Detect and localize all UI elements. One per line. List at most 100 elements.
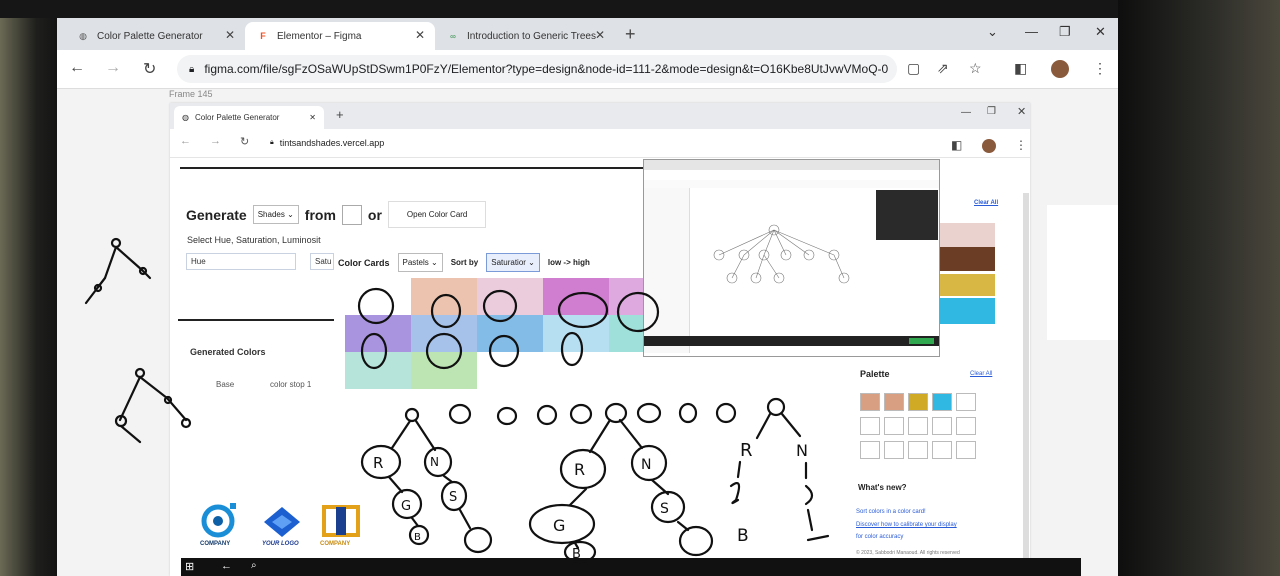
- share-icon[interactable]: ⇗: [937, 60, 949, 77]
- news-item[interactable]: Sort colors in a color card!: [856, 509, 926, 515]
- pastel-swatch[interactable]: [345, 278, 411, 315]
- tab-figma[interactable]: F Elementor – Figma ✕: [245, 22, 435, 50]
- palette-slot[interactable]: [908, 393, 928, 411]
- pastel-swatch[interactable]: [543, 315, 609, 352]
- inner-url: tintsandshades.vercel.app: [279, 138, 385, 148]
- sidebar-icon[interactable]: ◧: [1014, 60, 1027, 77]
- menu-icon[interactable]: ⋮: [1093, 60, 1107, 77]
- tab-search-icon[interactable]: ⌄: [987, 24, 998, 40]
- select-value: Pastels: [402, 258, 429, 267]
- palette-slot[interactable]: [884, 441, 904, 459]
- reload-icon[interactable]: ↻: [143, 59, 156, 79]
- pastels-select[interactable]: Pastels ⌄: [397, 253, 443, 272]
- palette-slot[interactable]: [860, 441, 880, 459]
- windows-start-icon[interactable]: ⊞: [185, 560, 194, 573]
- back-icon[interactable]: ←: [69, 59, 85, 77]
- browser-toolbar: ← → ↻ 🔒︎ figma.com/file/sgFzOSaWUpStDSwm…: [57, 50, 1118, 89]
- palette-slot[interactable]: [860, 393, 880, 411]
- palette-slot[interactable]: [932, 441, 952, 459]
- color-input[interactable]: [341, 204, 362, 225]
- new-tab-button[interactable]: +: [625, 24, 636, 45]
- pastel-swatch[interactable]: [411, 352, 477, 389]
- clear-all-link[interactable]: Clear All: [974, 200, 998, 206]
- screen-share-overlay: [643, 159, 940, 357]
- overlay-tabs: [644, 160, 939, 170]
- scrollbar[interactable]: [1023, 193, 1029, 558]
- palette-slot[interactable]: [956, 417, 976, 435]
- pastel-swatch[interactable]: [543, 278, 609, 315]
- close-icon[interactable]: ✕: [595, 28, 605, 42]
- star-icon[interactable]: ☆: [969, 60, 982, 77]
- inner-address: 🔒︎ tintsandshades.vercel.app: [270, 134, 650, 152]
- company-logo-3: COMPANY: [320, 503, 362, 547]
- pastel-swatch[interactable]: [411, 278, 477, 315]
- back-icon: ←: [180, 135, 191, 147]
- pastel-swatch[interactable]: [345, 315, 411, 352]
- figma-canvas[interactable]: Frame 145 ◍ Color Palette Generator ✕ + …: [57, 89, 1118, 576]
- pastel-swatch[interactable]: [477, 315, 543, 352]
- divider: [178, 319, 334, 321]
- company-logo-1: COMPANY: [200, 503, 240, 547]
- inner-tab-strip: ◍ Color Palette Generator ✕ +: [170, 103, 1030, 129]
- palette-slot[interactable]: [932, 417, 952, 435]
- select-value: Saturatior: [491, 258, 526, 267]
- overlay-banner: [644, 336, 939, 346]
- tab-generic-trees[interactable]: ∞ Introduction to Generic Trees ✕: [435, 22, 615, 50]
- pastel-swatch[interactable]: [477, 278, 543, 315]
- monitor: ◍ Color Palette Generator ✕ F Elementor …: [0, 0, 1280, 576]
- frame-label[interactable]: Frame 145: [169, 89, 213, 99]
- hue-field[interactable]: Hue: [186, 253, 296, 270]
- g-logo-icon: [264, 507, 300, 537]
- close-icon[interactable]: ✕: [415, 28, 425, 42]
- site-icon: ∞: [450, 31, 456, 41]
- generate-row: Generate Shades ⌄ from or Open Color Car…: [186, 201, 487, 228]
- palette-slot[interactable]: [956, 441, 976, 459]
- close-icon: ✕: [309, 113, 316, 122]
- from-label: from: [304, 206, 336, 223]
- saturation-field[interactable]: Satu: [310, 253, 334, 270]
- news-link[interactable]: Discover how to calibrate your display: [856, 522, 957, 528]
- back-icon[interactable]: ←: [221, 560, 232, 572]
- overlay-accept-button: [909, 338, 934, 344]
- tree-diagram-icon: [713, 224, 850, 284]
- order-label: low -> high: [547, 258, 590, 267]
- overlay-menu: [644, 180, 939, 188]
- logo-text: COMPANY: [320, 541, 351, 547]
- search-icon[interactable]: ⌕: [251, 560, 257, 571]
- palette-heading: Palette: [860, 369, 890, 379]
- tab-color-palette[interactable]: ◍ Color Palette Generator ✕: [65, 22, 245, 50]
- palette-slot[interactable]: [908, 441, 928, 459]
- shades-select[interactable]: Shades ⌄: [252, 205, 299, 224]
- pastel-swatch[interactable]: [411, 315, 477, 352]
- color-cards-label: Color Cards: [338, 257, 390, 268]
- inner-toolbar: ← → ↻ 🔒︎ tintsandshades.vercel.app: [170, 129, 1030, 158]
- clipboard-icon[interactable]: ▢: [907, 60, 920, 77]
- palette-slot[interactable]: [884, 393, 904, 411]
- restore-icon[interactable]: ❐: [1059, 24, 1071, 40]
- minimize-icon[interactable]: —: [1025, 24, 1038, 39]
- palette-slot[interactable]: [884, 417, 904, 435]
- open-color-card-button[interactable]: Open Color Card: [387, 201, 487, 228]
- lock-icon: 🔒︎: [270, 139, 274, 146]
- logo-text: COMPANY: [200, 541, 231, 547]
- or-label: or: [367, 206, 382, 223]
- forward-icon[interactable]: →: [105, 59, 121, 77]
- address-bar[interactable]: 🔒︎ figma.com/file/sgFzOSaWUpStDSwm1P0FzY…: [177, 55, 897, 83]
- close-window-icon[interactable]: ✕: [1095, 24, 1106, 40]
- palette-slot[interactable]: [860, 417, 880, 435]
- avatar[interactable]: [1051, 60, 1069, 78]
- sidebar-icon: ◧: [951, 138, 963, 152]
- palette-slot[interactable]: [908, 417, 928, 435]
- close-icon[interactable]: ✕: [225, 28, 235, 42]
- tab-label: Color Palette Generator: [97, 30, 203, 42]
- tab-label: Introduction to Generic Trees: [467, 30, 596, 42]
- url-text: figma.com/file/sgFzOSaWUpStDSwm1P0FzY/El…: [204, 62, 889, 76]
- globe-icon: ◍: [79, 30, 87, 41]
- frame-logo-icon: [322, 505, 360, 537]
- sort-select[interactable]: Saturatior ⌄: [486, 253, 540, 272]
- palette-slot[interactable]: [956, 393, 976, 411]
- clear-all-palette-link[interactable]: Clear All: [970, 371, 992, 377]
- palette-slot[interactable]: [932, 393, 952, 411]
- new-tab-icon: +: [336, 107, 344, 122]
- pastel-swatch[interactable]: [345, 352, 411, 389]
